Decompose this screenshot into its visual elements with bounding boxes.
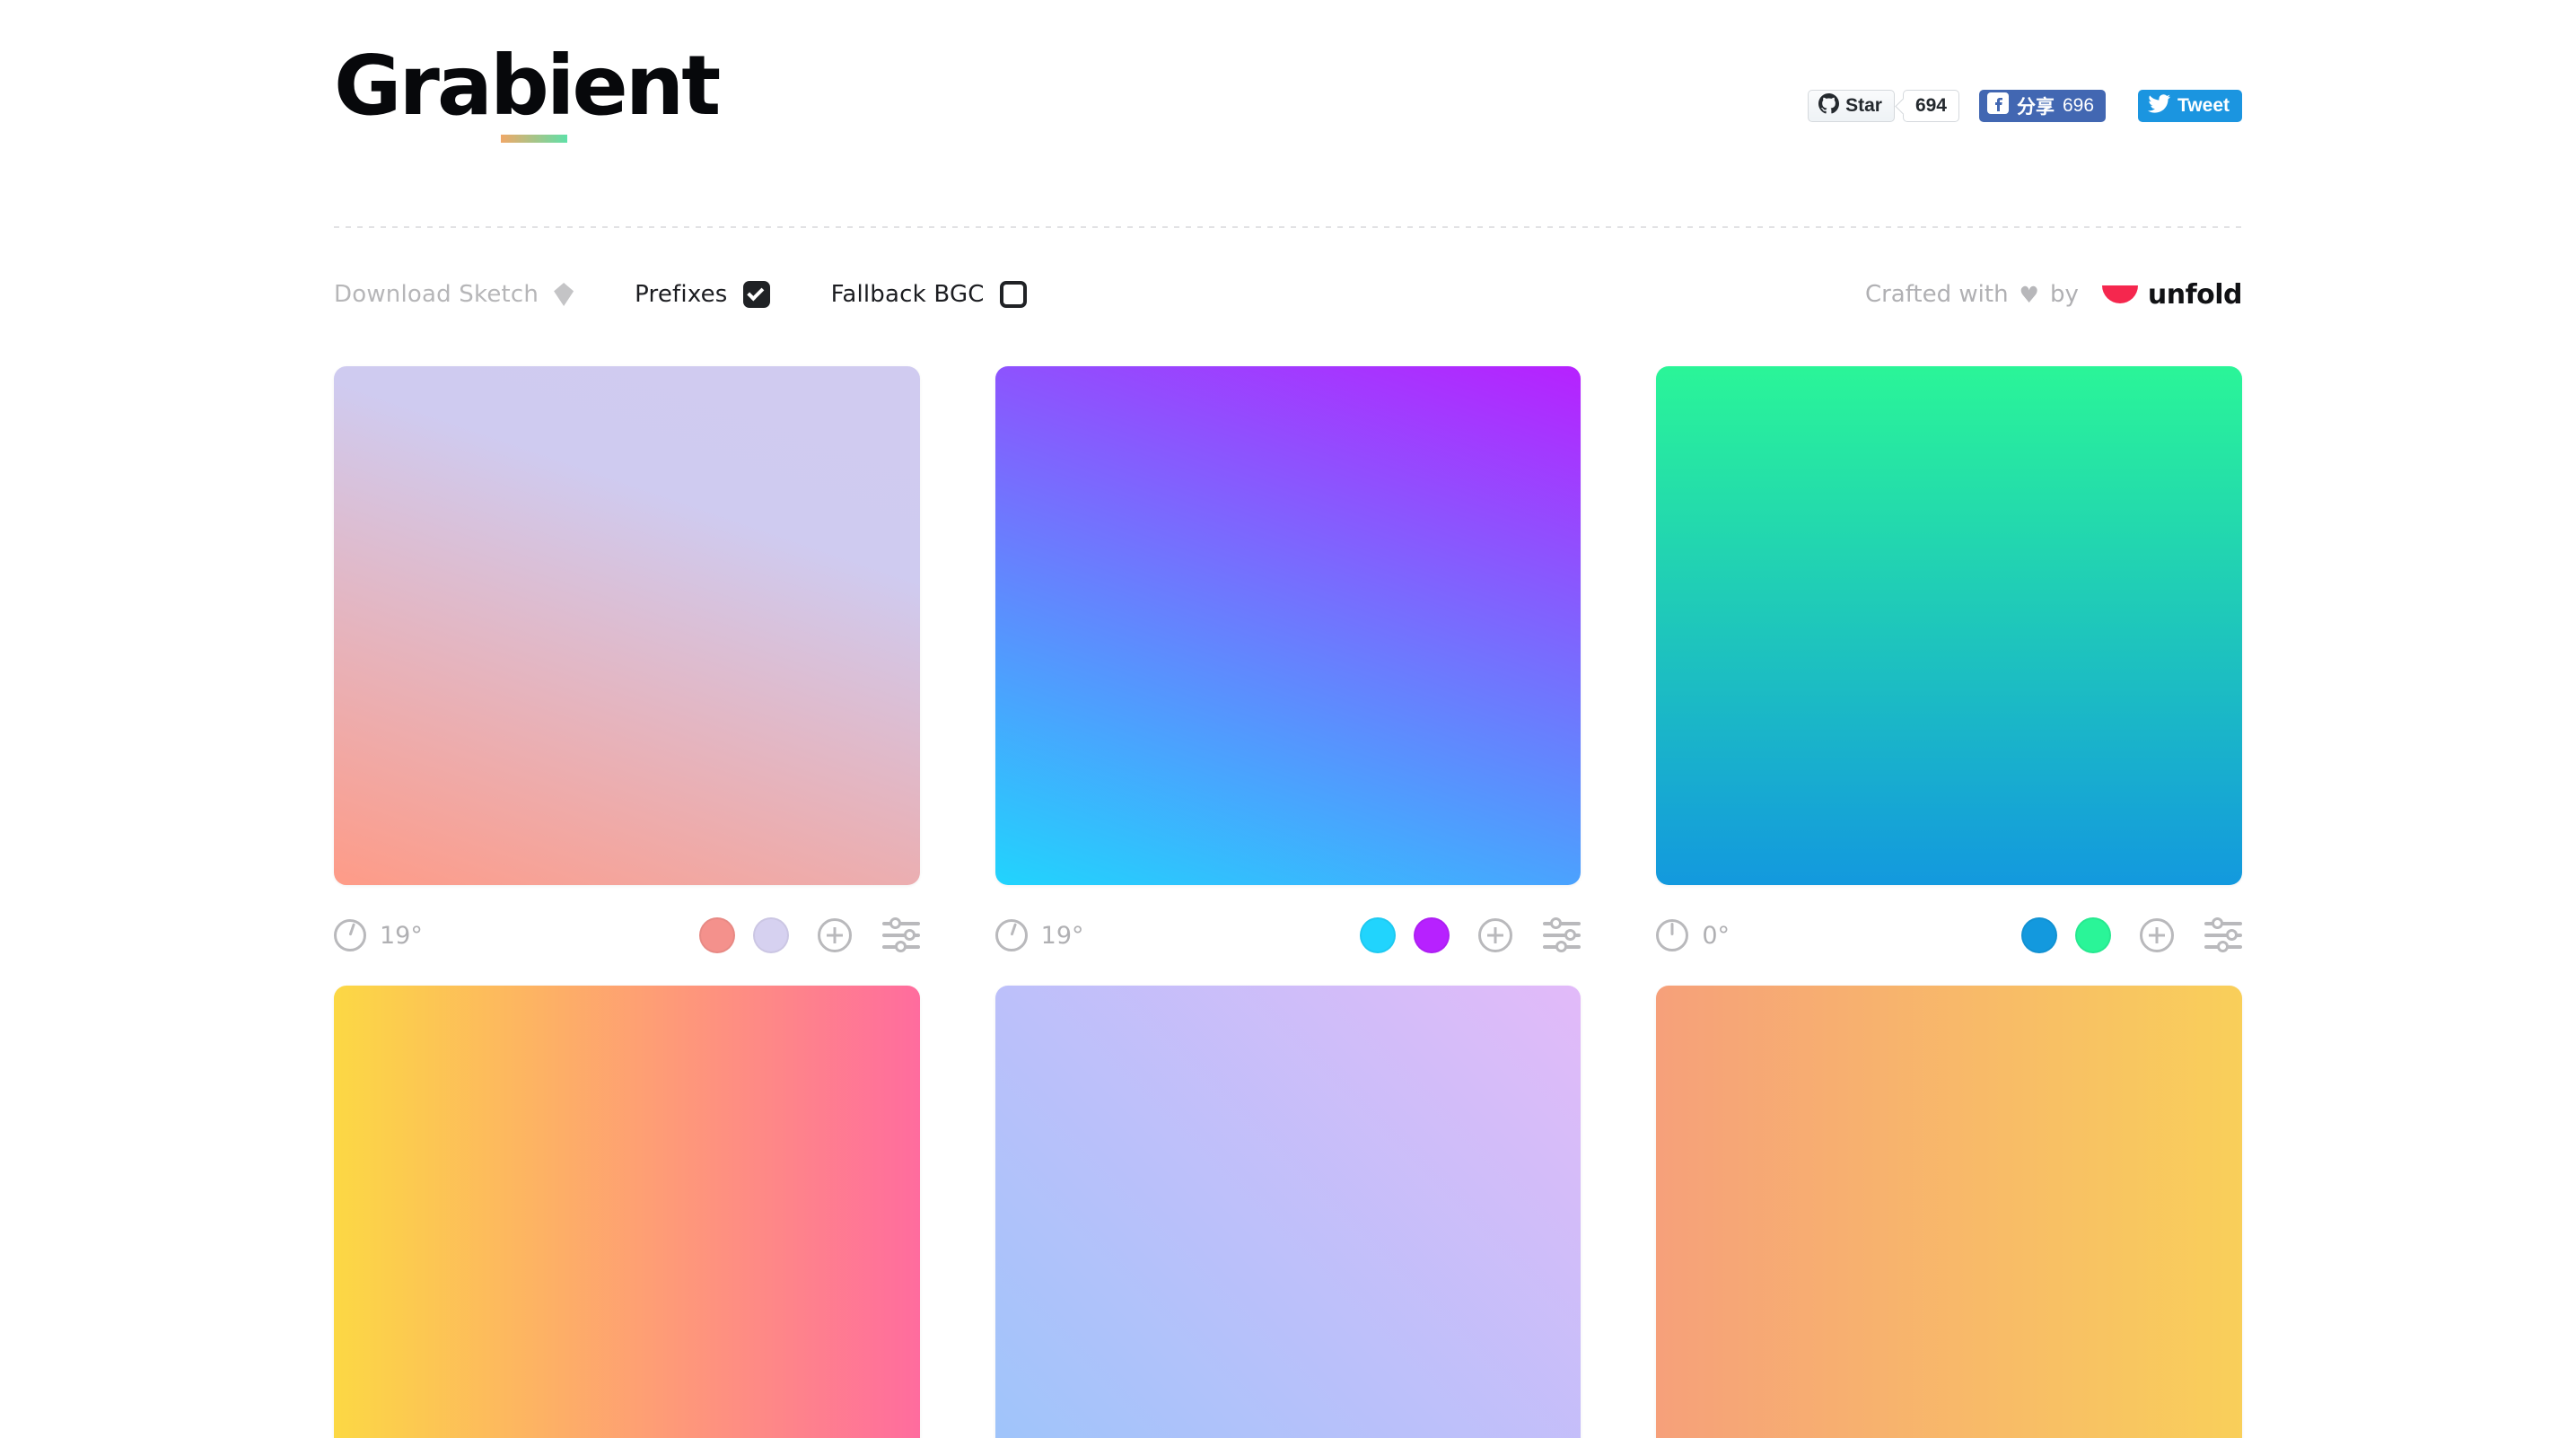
- prefixes-checkbox[interactable]: [742, 281, 770, 308]
- gradient-preview[interactable]: [1656, 366, 2242, 885]
- crafted-by: Crafted with ♥ by unfold: [1864, 278, 2243, 311]
- angle-control[interactable]: 0°: [1656, 919, 1730, 951]
- slider-knob: [1550, 917, 1563, 929]
- fallback-bgc-checkbox[interactable]: [999, 281, 1027, 308]
- gradient-stop-controls: [2021, 917, 2242, 953]
- header-divider: [334, 226, 2242, 228]
- unfold-mark-icon: [2101, 285, 2138, 303]
- gradient-controls: 19°: [334, 885, 920, 986]
- options-toolbar: Download Sketch Prefixes Fallback BGC Cr…: [334, 269, 2243, 320]
- social-buttons: Star 694 分享 696 Tweet: [1808, 88, 2242, 124]
- facebook-share-label: 分享: [2016, 97, 2055, 118]
- gradient-preview[interactable]: [994, 366, 1582, 885]
- github-star-button[interactable]: Star: [1808, 90, 1895, 122]
- gradient-card: 90°: [334, 986, 920, 1438]
- color-stop-swatch[interactable]: [1360, 917, 1397, 953]
- sliders-icon[interactable]: [881, 917, 920, 952]
- slider-knob: [903, 929, 916, 941]
- fallback-bgc-label: Fallback BGC: [830, 281, 985, 308]
- app-root: Grabient Star 694 分享 696 Tweet Download …: [0, 0, 2576, 1438]
- crafted-by-label: by: [2049, 281, 2079, 308]
- logo-gradient-bar: [501, 135, 567, 143]
- angle-dial-hand: [1010, 923, 1017, 936]
- add-color-stop-button[interactable]: [2140, 918, 2174, 952]
- angle-dial-hand: [348, 923, 355, 936]
- facebook-icon: [1986, 92, 2009, 119]
- angle-dial-icon[interactable]: [334, 919, 366, 951]
- gradient-preview[interactable]: [994, 986, 1582, 1438]
- slider-track: [1543, 922, 1582, 925]
- angle-dial-hand: [1670, 923, 1674, 935]
- slider-knob: [2212, 917, 2223, 929]
- sliders-icon[interactable]: [2204, 917, 2242, 952]
- color-stop-swatch[interactable]: [698, 917, 735, 953]
- logo-text: Grabient: [334, 38, 721, 134]
- angle-label: 0°: [1702, 921, 1730, 950]
- crafted-prefix-label: Crafted with: [1864, 281, 2009, 308]
- github-icon: [1818, 92, 1840, 119]
- twitter-icon: [2148, 93, 2171, 118]
- angle-control[interactable]: 19°: [334, 919, 423, 951]
- download-sketch-button[interactable]: Download Sketch: [334, 281, 574, 308]
- angle-dial-icon[interactable]: [994, 919, 1028, 951]
- gradient-controls: 19°: [994, 885, 1582, 986]
- gradient-card: 90°: [1656, 986, 2242, 1438]
- unfold-logo-link[interactable]: unfold: [2101, 278, 2243, 311]
- angle-control[interactable]: 19°: [994, 919, 1084, 951]
- check-icon: [747, 284, 765, 302]
- gradient-preview[interactable]: [1656, 986, 2242, 1438]
- slider-track: [881, 922, 920, 925]
- add-color-stop-button[interactable]: [817, 918, 852, 952]
- sketch-diamond-icon: [554, 283, 574, 306]
- sliders-icon[interactable]: [1543, 917, 1582, 952]
- slider-knob: [894, 941, 907, 952]
- gradient-card: 0°: [1656, 366, 2242, 986]
- color-stop-swatch[interactable]: [1414, 917, 1450, 953]
- gradient-card: 19°: [334, 366, 920, 986]
- gradient-grid: 19° 19° 0° 90°45°90°: [334, 366, 2242, 1438]
- gradient-stop-controls: [1360, 917, 1582, 953]
- github-star-count[interactable]: 694: [1902, 90, 1959, 122]
- gradient-preview[interactable]: [334, 986, 920, 1438]
- slider-knob: [889, 917, 901, 929]
- facebook-share-button[interactable]: 分享 696: [1978, 90, 2107, 122]
- download-sketch-label: Download Sketch: [334, 281, 539, 308]
- color-stop-swatch[interactable]: [752, 917, 789, 953]
- unfold-brand-name: unfold: [2147, 278, 2243, 311]
- gradient-card: 45°: [994, 986, 1582, 1438]
- slider-knob: [1564, 929, 1577, 941]
- slider-track: [2204, 922, 2242, 925]
- prefixes-label: Prefixes: [635, 281, 728, 308]
- color-stop-swatch[interactable]: [2021, 917, 2057, 953]
- gradient-card: 19°: [994, 366, 1582, 986]
- heart-icon: ♥: [2019, 281, 2039, 308]
- facebook-share-count: 696: [2062, 95, 2095, 116]
- prefixes-toggle[interactable]: Prefixes: [635, 281, 770, 308]
- slider-knob: [2217, 941, 2229, 952]
- gradient-preview[interactable]: [334, 366, 920, 885]
- gradient-stop-controls: [698, 917, 920, 953]
- fallback-bgc-toggle[interactable]: Fallback BGC: [831, 281, 1027, 308]
- angle-dial-icon[interactable]: [1656, 919, 1689, 951]
- logo[interactable]: Grabient: [334, 38, 721, 143]
- twitter-tweet-button[interactable]: Tweet: [2138, 90, 2242, 122]
- twitter-tweet-label: Tweet: [2177, 95, 2230, 116]
- color-stop-swatch[interactable]: [2075, 917, 2111, 953]
- angle-label: 19°: [1040, 921, 1084, 950]
- angle-label: 19°: [380, 921, 423, 950]
- github-star-label: Star: [1845, 95, 1882, 116]
- page-header: Grabient Star 694 分享 696 Tweet: [334, 45, 2242, 162]
- slider-knob: [2226, 929, 2238, 941]
- slider-knob: [1555, 941, 1568, 952]
- gradient-controls: 0°: [1656, 885, 2242, 986]
- add-color-stop-button[interactable]: [1478, 918, 1513, 952]
